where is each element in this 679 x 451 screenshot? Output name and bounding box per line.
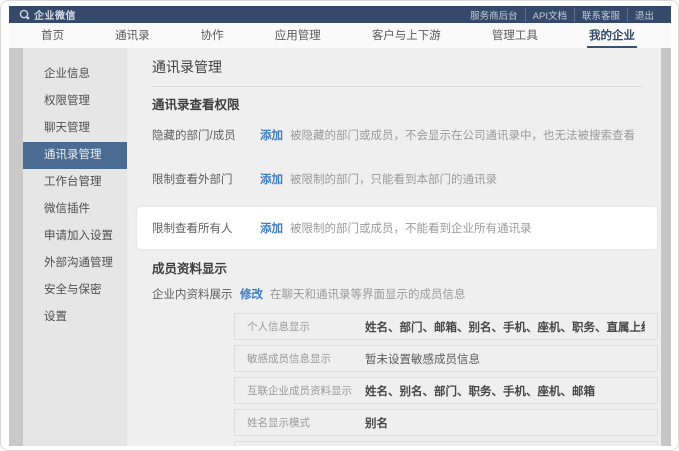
profile-detail-list: 个人信息显示 姓名、部门、邮箱、别名、手机、座机、职务、直属上级、官网、测...… bbox=[234, 313, 658, 446]
section-title-member-profile-display: 成员资料显示 bbox=[152, 261, 661, 277]
detail-row-name-display-mode: 姓名显示模式 别名 bbox=[234, 409, 658, 436]
link-service-provider-console[interactable]: 服务商后台 bbox=[463, 8, 525, 22]
row-description: 被限制的部门或成员，不能看到企业所有通讯录 bbox=[290, 220, 532, 236]
detail-label: 姓名显示模式 bbox=[247, 415, 365, 430]
settings-card: 企业信息 权限管理 聊天管理 通讯录管理 工作台管理 微信插件 申请加入设置 外… bbox=[23, 48, 661, 446]
tab-home[interactable]: 首页 bbox=[39, 23, 66, 48]
vertical-scrollbar[interactable] bbox=[661, 48, 671, 446]
row-label: 隐藏的部门/成员 bbox=[152, 127, 260, 143]
row-description: 在聊天和通讯录等界面显示的成员信息 bbox=[270, 286, 466, 302]
add-hidden-members-link[interactable]: 添加 bbox=[260, 127, 283, 143]
detail-row-desktop-info-display: 桌面端信息显示 职务 bbox=[234, 441, 658, 446]
detail-label: 个人信息显示 bbox=[247, 319, 365, 334]
tab-customers-upstream-downstream[interactable]: 客户与上下游 bbox=[370, 23, 443, 48]
tab-admin-tools[interactable]: 管理工具 bbox=[490, 23, 540, 48]
brand-name: 企业微信 bbox=[34, 7, 76, 22]
left-gutter bbox=[9, 48, 23, 446]
detail-row-personal-info: 个人信息显示 姓名、部门、邮箱、别名、手机、座机、职务、直属上级、官网、测... bbox=[234, 313, 658, 340]
detail-value: 暂未设置敏感成员信息 bbox=[365, 351, 480, 367]
sidebar-item-company-info[interactable]: 企业信息 bbox=[23, 61, 127, 88]
row-internal-profile-display: 企业内资料展示 修改 在聊天和通讯录等界面显示的成员信息 bbox=[152, 281, 661, 307]
sidebar-item-join-settings[interactable]: 申请加入设置 bbox=[23, 223, 127, 250]
row-hidden-departments-members: 隐藏的部门/成员 添加 被隐藏的部门或成员，不会显示在公司通讯录中，也无法被搜索… bbox=[152, 113, 661, 157]
link-api-docs[interactable]: API文档 bbox=[525, 8, 574, 22]
link-logout[interactable]: 退出 bbox=[627, 8, 661, 22]
wecom-logo-icon bbox=[19, 9, 30, 20]
row-restrict-view-everyone-highlighted: 限制查看所有人 添加 被限制的部门或成员，不能看到企业所有通讯录 bbox=[137, 207, 657, 249]
detail-value: 别名 bbox=[365, 415, 388, 431]
detail-value: 姓名、别名、部门、职务、手机、座机、邮箱 bbox=[365, 383, 595, 399]
sidebar-item-security-privacy[interactable]: 安全与保密 bbox=[23, 277, 127, 304]
tab-contacts[interactable]: 通讯录 bbox=[113, 23, 152, 48]
add-restricted-members-link[interactable]: 添加 bbox=[260, 220, 283, 236]
detail-value: 姓名、部门、邮箱、别名、手机、座机、职务、直属上级、官网、测... bbox=[365, 319, 645, 335]
row-label: 限制查看外部门 bbox=[152, 171, 260, 187]
topbar: 企业微信 服务商后台 API文档 联系客服 退出 bbox=[9, 6, 671, 23]
detail-row-linked-company-profile: 互联企业成员资料显示 姓名、别名、部门、职务、手机、座机、邮箱 bbox=[234, 377, 658, 404]
main-nav: 首页 通讯录 协作 应用管理 客户与上下游 管理工具 我的企业 bbox=[9, 23, 671, 48]
sidebar-item-permission-management[interactable]: 权限管理 bbox=[23, 88, 127, 115]
main-content: 通讯录管理 通讯录查看权限 隐藏的部门/成员 添加 被隐藏的部门或成员，不会显示… bbox=[127, 48, 661, 446]
sidebar-item-external-communication[interactable]: 外部沟通管理 bbox=[23, 250, 127, 277]
page-body: 企业信息 权限管理 聊天管理 通讯录管理 工作台管理 微信插件 申请加入设置 外… bbox=[9, 48, 671, 446]
row-label: 限制查看所有人 bbox=[152, 220, 260, 236]
sidebar-item-settings[interactable]: 设置 bbox=[23, 304, 127, 331]
tab-app-management[interactable]: 应用管理 bbox=[273, 23, 323, 48]
link-contact-support[interactable]: 联系客服 bbox=[574, 8, 627, 22]
add-restricted-departments-link[interactable]: 添加 bbox=[260, 171, 283, 187]
row-description: 被限制的部门，只能看到本部门的通讯录 bbox=[290, 171, 497, 187]
sidebar-item-contacts-management[interactable]: 通讯录管理 bbox=[23, 142, 127, 169]
sidebar: 企业信息 权限管理 聊天管理 通讯录管理 工作台管理 微信插件 申请加入设置 外… bbox=[23, 48, 127, 446]
modify-profile-display-link[interactable]: 修改 bbox=[240, 286, 263, 302]
brand[interactable]: 企业微信 bbox=[19, 7, 76, 22]
section-title-view-permissions: 通讯录查看权限 bbox=[152, 97, 661, 113]
row-label: 企业内资料展示 bbox=[152, 286, 240, 302]
row-restrict-view-other-departments: 限制查看外部门 添加 被限制的部门，只能看到本部门的通讯录 bbox=[152, 157, 661, 201]
wecom-admin-app: 企业微信 服务商后台 API文档 联系客服 退出 首页 通讯录 协作 应用管理 … bbox=[9, 6, 671, 446]
sidebar-item-chat-management[interactable]: 聊天管理 bbox=[23, 115, 127, 142]
title-divider bbox=[152, 86, 643, 87]
tab-my-company[interactable]: 我的企业 bbox=[587, 23, 637, 48]
topbar-links: 服务商后台 API文档 联系客服 退出 bbox=[463, 8, 661, 22]
detail-row-sensitive-info: 敏感成员信息显示 暂未设置敏感成员信息 bbox=[234, 345, 658, 372]
page-title: 通讯录管理 bbox=[152, 58, 661, 76]
sidebar-item-workbench-management[interactable]: 工作台管理 bbox=[23, 169, 127, 196]
sidebar-item-wechat-plugin[interactable]: 微信插件 bbox=[23, 196, 127, 223]
detail-label: 敏感成员信息显示 bbox=[247, 351, 365, 366]
browser-window: 企业微信 服务商后台 API文档 联系客服 退出 首页 通讯录 协作 应用管理 … bbox=[0, 0, 679, 451]
tab-collaboration[interactable]: 协作 bbox=[199, 23, 226, 48]
detail-label: 互联企业成员资料显示 bbox=[247, 383, 365, 398]
row-description: 被隐藏的部门或成员，不会显示在公司通讯录中，也无法被搜索查看 bbox=[290, 127, 635, 143]
